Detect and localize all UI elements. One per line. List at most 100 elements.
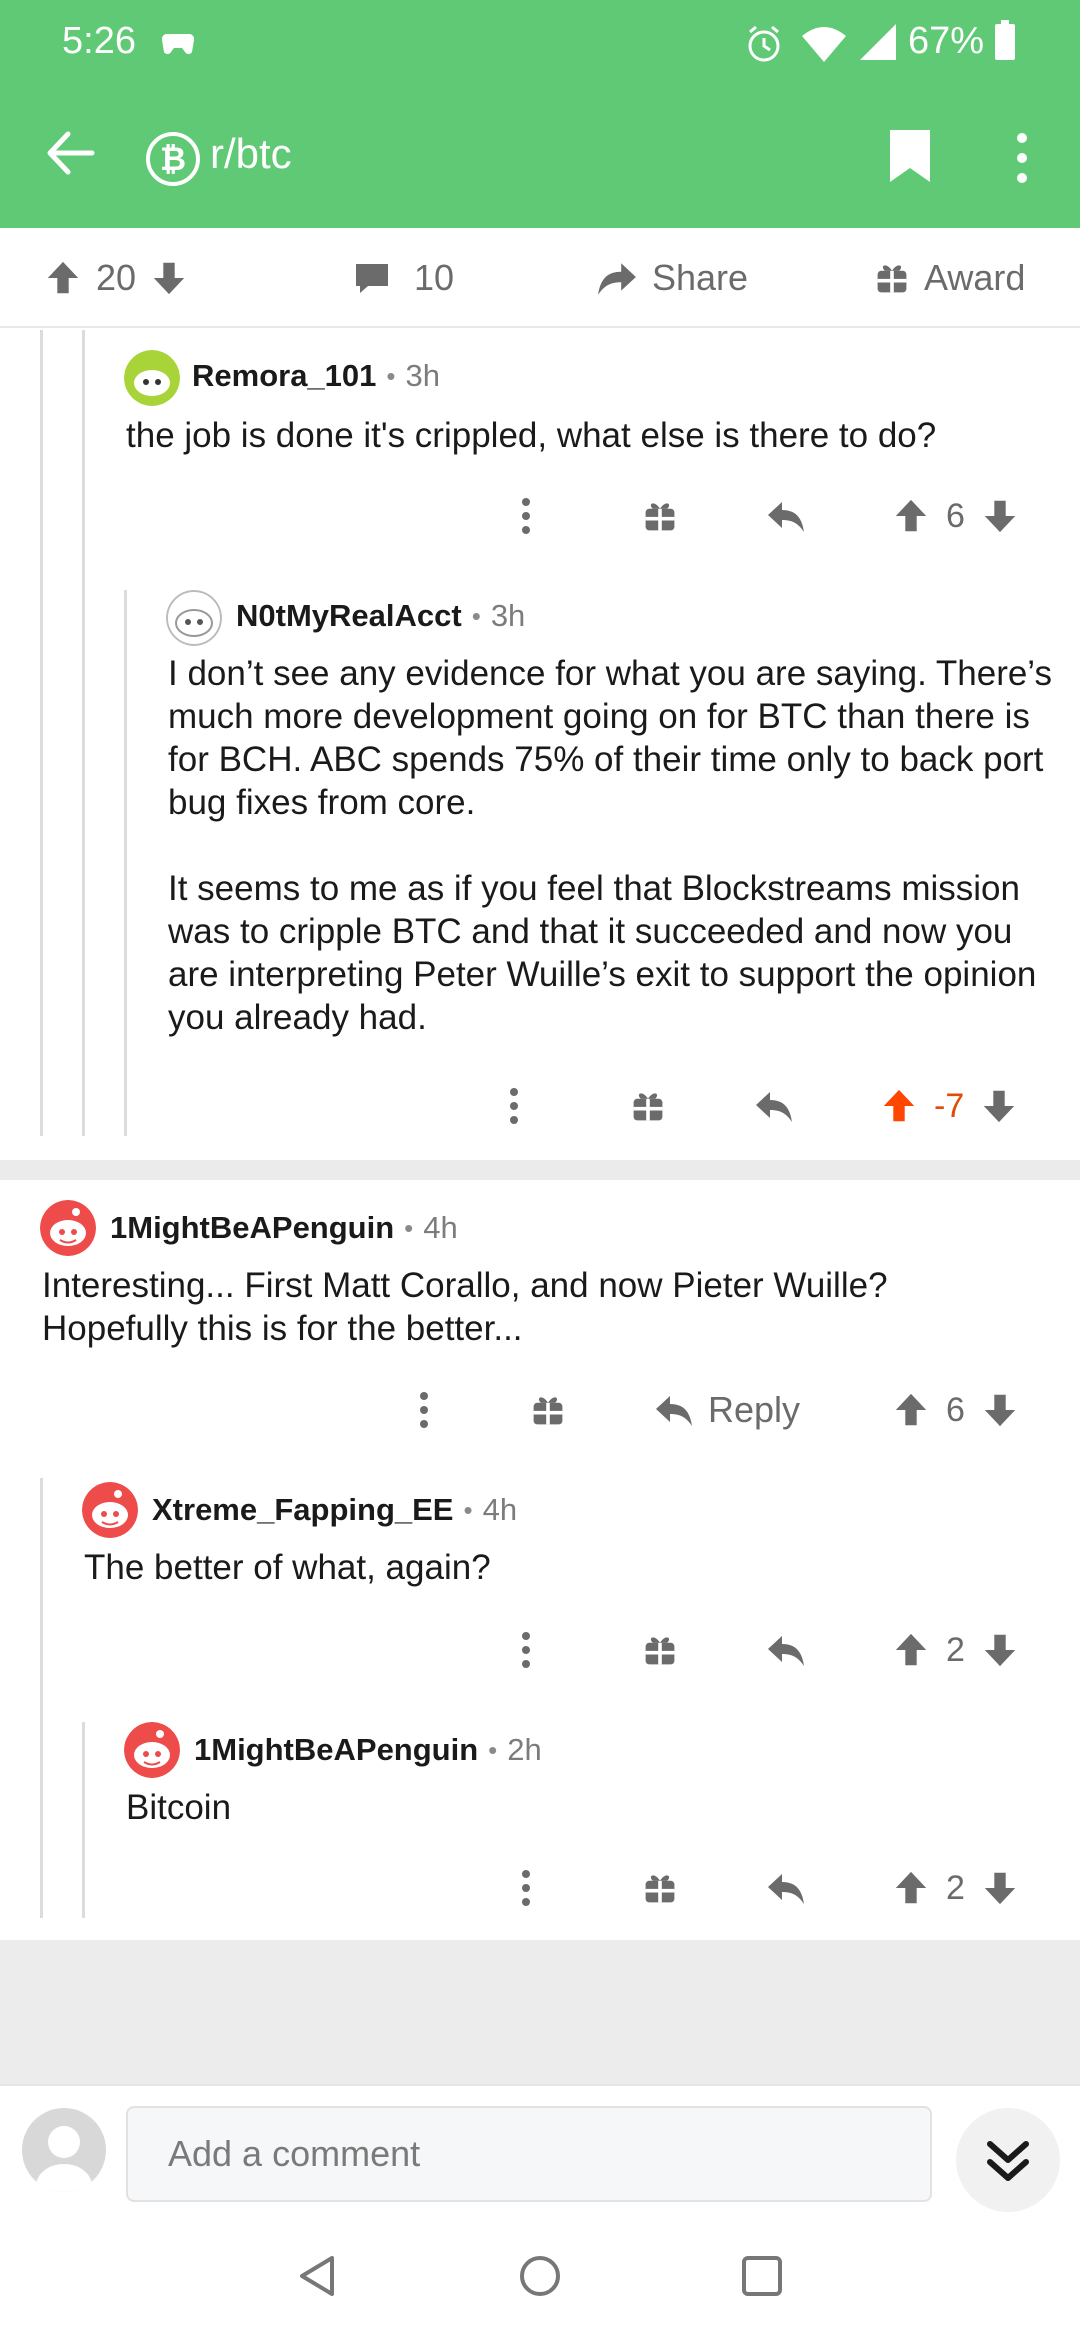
status-time: 5:26 bbox=[62, 20, 136, 62]
alarm-icon bbox=[748, 25, 780, 62]
award-gift-icon[interactable] bbox=[530, 1392, 566, 1428]
comment-body: I don’t see any evidence for what you ar… bbox=[168, 652, 1058, 1039]
comment-age: 2h bbox=[507, 1732, 542, 1767]
award-gift-icon[interactable] bbox=[642, 498, 678, 534]
comment-username[interactable]: 1MightBeAPenguin bbox=[194, 1732, 478, 1768]
downvote-icon[interactable] bbox=[981, 1869, 1019, 1907]
comments-button[interactable]: 10 bbox=[352, 228, 454, 328]
meta-separator: • bbox=[404, 1212, 414, 1243]
award-gift-icon bbox=[874, 260, 910, 296]
comment-actions: 2 bbox=[520, 1622, 1050, 1678]
reply-icon[interactable] bbox=[754, 1086, 794, 1126]
system-navigation-bar bbox=[0, 2218, 1080, 2340]
comment-text: The better of what, again? bbox=[84, 1548, 491, 1587]
downvote-icon[interactable] bbox=[981, 1391, 1019, 1429]
comment-text: the job is done it's crippled, what else… bbox=[126, 416, 937, 455]
thread-line[interactable] bbox=[40, 1478, 43, 1918]
comment-actions: 6 bbox=[520, 488, 1050, 544]
comment-composer: Add a comment bbox=[0, 2084, 1080, 2218]
more-options-icon[interactable] bbox=[520, 1630, 532, 1670]
meta-separator: • bbox=[386, 360, 396, 391]
vote-count: 6 bbox=[946, 1390, 965, 1429]
comment-paragraph: I don’t see any evidence for what you ar… bbox=[168, 654, 1052, 822]
thread-line[interactable] bbox=[40, 330, 43, 1136]
comment-body: Bitcoin bbox=[126, 1786, 1046, 1829]
reply-icon[interactable] bbox=[766, 1630, 806, 1670]
upvote-icon[interactable] bbox=[892, 1391, 930, 1429]
reply-button[interactable]: Reply bbox=[654, 1382, 800, 1438]
nav-recents-icon[interactable] bbox=[740, 2254, 784, 2298]
game-controller-icon bbox=[161, 34, 195, 55]
comment-username[interactable]: Xtreme_Fapping_EE bbox=[152, 1492, 453, 1528]
more-options-icon[interactable] bbox=[418, 1390, 430, 1430]
downvote-icon[interactable] bbox=[980, 1087, 1018, 1125]
award-gift-icon[interactable] bbox=[630, 1088, 666, 1124]
comment-actions: -7 bbox=[508, 1078, 1048, 1134]
bookmark-icon[interactable] bbox=[888, 128, 932, 184]
comment-actions: Reply 6 bbox=[418, 1382, 1058, 1438]
award-gift-icon[interactable] bbox=[642, 1870, 678, 1906]
subreddit-icon[interactable]: ₿ bbox=[146, 132, 200, 186]
comment-bubble-icon bbox=[352, 258, 392, 298]
comment-age: 4h bbox=[423, 1210, 458, 1245]
downvote-icon[interactable] bbox=[981, 1631, 1019, 1669]
comment-username[interactable]: Remora_101 bbox=[192, 358, 376, 394]
more-options-icon[interactable] bbox=[520, 496, 532, 536]
upvote-icon[interactable] bbox=[892, 1631, 930, 1669]
comment-username[interactable]: N0tMyRealAcct bbox=[236, 598, 462, 634]
battery-icon bbox=[995, 20, 1015, 60]
comment-body: The better of what, again? bbox=[84, 1546, 1044, 1589]
more-options-icon[interactable] bbox=[1012, 130, 1032, 186]
thread-line[interactable] bbox=[124, 590, 127, 1136]
avatar[interactable] bbox=[124, 350, 180, 406]
downvote-icon[interactable] bbox=[150, 259, 188, 297]
avatar[interactable] bbox=[82, 1482, 138, 1538]
reply-label: Reply bbox=[708, 1389, 801, 1430]
upvote-icon[interactable] bbox=[880, 1087, 918, 1125]
avatar[interactable] bbox=[166, 590, 222, 646]
comment-count: 10 bbox=[414, 257, 455, 298]
upvote-icon[interactable] bbox=[892, 1869, 930, 1907]
post-score: 20 bbox=[96, 257, 137, 298]
toolbar: ₿ r/btc bbox=[0, 80, 1080, 228]
comment-body: the job is done it's crippled, what else… bbox=[126, 414, 1046, 457]
upvote-icon[interactable] bbox=[44, 259, 82, 297]
avatar[interactable] bbox=[40, 1200, 96, 1256]
comment-text: Interesting... First Matt Corallo, and n… bbox=[42, 1266, 888, 1348]
jump-to-next-button[interactable] bbox=[956, 2108, 1060, 2212]
share-label: Share bbox=[652, 257, 749, 298]
app-header: 5:26 67% ₿ r/btc bbox=[0, 0, 1080, 228]
thread-separator bbox=[0, 1160, 1080, 1180]
award-button[interactable]: Award bbox=[874, 228, 1025, 328]
add-comment-input[interactable]: Add a comment bbox=[126, 2106, 932, 2202]
comment-age: 3h bbox=[405, 358, 440, 393]
reply-icon[interactable] bbox=[766, 496, 806, 536]
end-of-comments-area bbox=[0, 1940, 1080, 2084]
comment-meta: Xtreme_Fapping_EE • 4h bbox=[152, 1492, 517, 1528]
nav-back-icon[interactable] bbox=[296, 2254, 340, 2298]
downvote-icon[interactable] bbox=[981, 497, 1019, 535]
more-options-icon[interactable] bbox=[508, 1086, 520, 1126]
subreddit-name[interactable]: r/btc bbox=[210, 130, 292, 178]
back-arrow-icon[interactable] bbox=[46, 128, 96, 178]
comment-age: 4h bbox=[482, 1492, 518, 1527]
more-options-icon[interactable] bbox=[520, 1868, 532, 1908]
thread-line[interactable] bbox=[82, 1722, 85, 1918]
comment-actions: 2 bbox=[520, 1860, 1050, 1916]
double-chevron-down-icon bbox=[987, 2141, 1029, 2181]
battery-percent: 67% bbox=[908, 20, 985, 62]
award-gift-icon[interactable] bbox=[642, 1632, 678, 1668]
comment-username[interactable]: 1MightBeAPenguin bbox=[110, 1210, 394, 1246]
share-button[interactable]: Share bbox=[596, 228, 748, 328]
nav-home-icon[interactable] bbox=[518, 2254, 562, 2298]
vote-count: 2 bbox=[946, 1868, 965, 1907]
comment-age: 3h bbox=[490, 598, 526, 633]
reply-icon[interactable] bbox=[766, 1868, 806, 1908]
user-avatar[interactable] bbox=[22, 2108, 106, 2192]
vote-count: 2 bbox=[946, 1630, 965, 1669]
thread-line[interactable] bbox=[82, 330, 85, 1136]
post-action-bar: 20 10 Share Award bbox=[0, 228, 1080, 328]
upvote-icon[interactable] bbox=[892, 497, 930, 535]
share-icon bbox=[596, 257, 638, 299]
avatar[interactable] bbox=[124, 1722, 180, 1778]
